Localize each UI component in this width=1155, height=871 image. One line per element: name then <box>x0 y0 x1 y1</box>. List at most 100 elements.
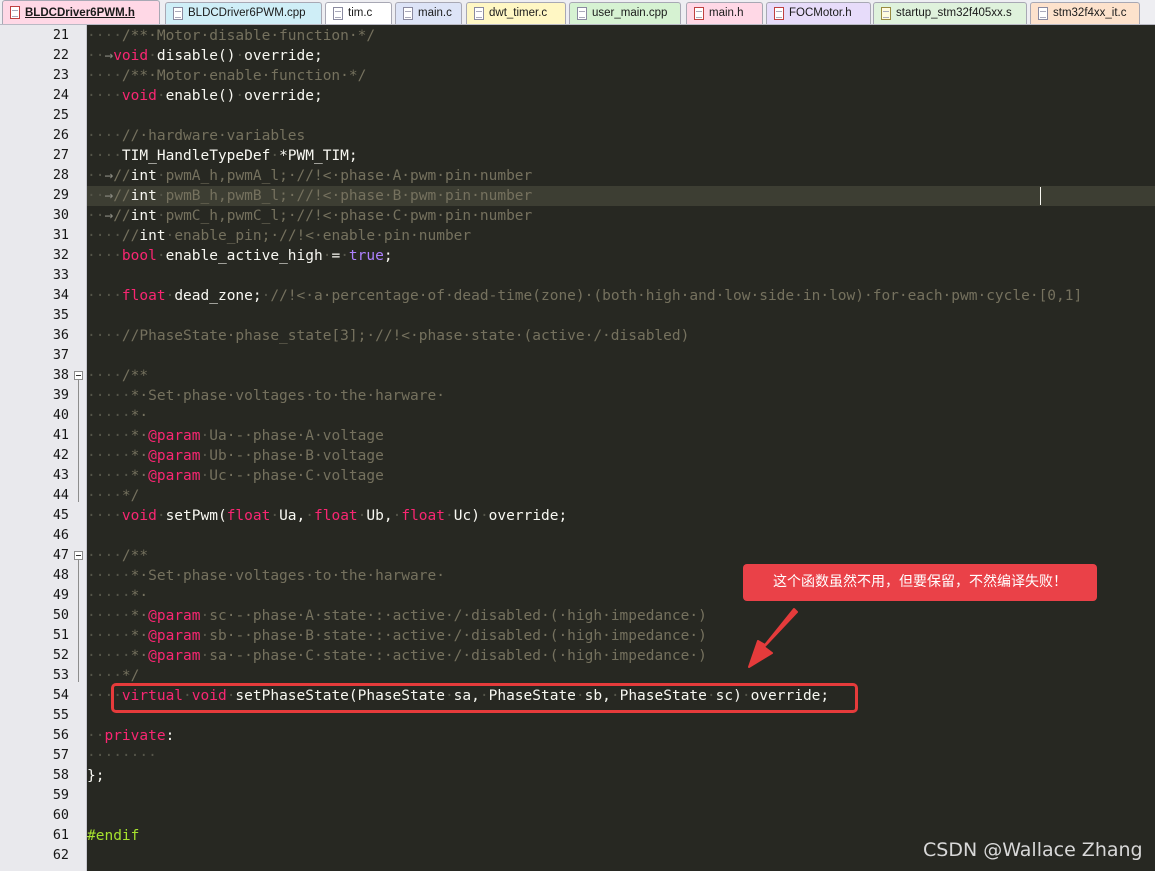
code-line[interactable]: ····bool·enable_active_high·=·true; <box>87 246 1155 266</box>
code-token: · <box>235 48 245 64</box>
code-token: · <box>200 648 210 664</box>
code-token: · <box>445 508 454 524</box>
line-number: 29 <box>52 188 69 203</box>
code-token: Uc·-·phase·C·voltage <box>209 468 384 484</box>
code-token: *· <box>130 608 149 624</box>
code-token: ···· <box>87 288 122 304</box>
code-line[interactable]: ·····*·@param·Uc·-·phase·C·voltage <box>87 466 1155 486</box>
line-number: 60 <box>52 808 69 823</box>
tab-label: BLDCDriver6PWM.h <box>25 7 135 19</box>
tab-bldcdriver6pwm-h[interactable]: BLDCDriver6PWM.h <box>2 0 160 24</box>
code-line[interactable]: ··private: <box>87 726 1155 746</box>
code-token: · <box>156 188 166 204</box>
highlight-box <box>111 683 858 713</box>
line-number: 62 <box>52 848 69 863</box>
code-token: int <box>130 168 157 184</box>
code-token: float <box>314 508 358 524</box>
code-token: ···· <box>87 28 122 44</box>
code-token: /**·Motor·disable·function·*/ <box>121 28 376 44</box>
fold-toggle-icon[interactable] <box>74 551 83 560</box>
code-token: ···· <box>87 68 122 84</box>
code-line[interactable]: ·····*·@param·sa·-·phase·C·state·:·activ… <box>87 646 1155 666</box>
tab-dwt-timer-c[interactable]: dwt_timer.c <box>466 2 566 24</box>
code-line[interactable] <box>87 526 1155 546</box>
tab-focmotor-h[interactable]: FOCMotor.h <box>766 2 871 24</box>
code-line[interactable]: ········ <box>87 746 1155 766</box>
code-line[interactable]: ·····*·@param·sb·-·phase·B·state·:·activ… <box>87 626 1155 646</box>
code-line[interactable]: ·····*·@param·Ub·-·phase·B·voltage <box>87 446 1155 466</box>
code-line[interactable]: ····void·enable()·override; <box>87 86 1155 106</box>
code-line[interactable] <box>87 346 1155 366</box>
line-number: 45 <box>52 508 69 523</box>
code-line[interactable]: ····float·dead_zone;·//!<·a·percentage·o… <box>87 286 1155 306</box>
code-token: void <box>121 88 157 104</box>
code-token: @param <box>148 448 201 464</box>
code-token: int <box>130 208 157 224</box>
line-number: 38 <box>52 368 69 383</box>
code-line[interactable]: ····/** <box>87 366 1155 386</box>
code-line[interactable]: ····*/ <box>87 486 1155 506</box>
fold-toggle-icon[interactable] <box>74 371 83 380</box>
tab-label: main.c <box>418 7 452 19</box>
tab-user-main-cpp[interactable]: user_main.cpp <box>569 2 681 24</box>
code-line[interactable]: ··→//int·pwmC_h,pwmC_l;·//!<·phase·C·pwm… <box>87 206 1155 226</box>
tab-label: tim.c <box>348 7 373 19</box>
line-number: 56 <box>52 728 69 743</box>
code-editor[interactable]: ····/**·Motor·disable·function·*/··→void… <box>87 25 1155 871</box>
code-line[interactable]: ····//int·enable_pin;·//!<·enable·pin·nu… <box>87 226 1155 246</box>
code-line[interactable] <box>87 106 1155 126</box>
code-line[interactable]: ····/**·Motor·disable·function·*/ <box>87 26 1155 46</box>
line-number: 32 <box>52 248 69 263</box>
source-file-icon <box>403 7 413 20</box>
code-line[interactable]: ····//·hardware·variables <box>87 126 1155 146</box>
code-token: @param <box>148 428 201 444</box>
code-token: = <box>331 248 341 264</box>
code-line[interactable]: ····TIM_HandleTypeDef·*PWM_TIM; <box>87 146 1155 166</box>
code-token: → <box>104 168 114 184</box>
code-token: · <box>270 148 280 164</box>
code-line[interactable]: ····void·setPwm(float·Ua,·float·Ub,·floa… <box>87 506 1155 526</box>
code-token: /** <box>121 548 149 564</box>
code-token: // <box>113 188 131 204</box>
code-token: · <box>200 448 210 464</box>
tab-tim-c[interactable]: tim.c <box>325 2 392 24</box>
code-token: //·hardware·variables <box>121 128 306 144</box>
tab-startup-stm32f405xx-s[interactable]: startup_stm32f405xx.s <box>873 2 1027 24</box>
code-line[interactable]: ·····*·Set·phase·voltages·to·the·harware… <box>87 386 1155 406</box>
line-number: 57 <box>52 748 69 763</box>
code-line[interactable]: ····/** <box>87 546 1155 566</box>
code-line[interactable]: ··→void·disable()·override; <box>87 46 1155 66</box>
code-token: *· <box>130 428 149 444</box>
code-token: · <box>156 88 166 104</box>
code-token: int <box>139 228 166 244</box>
code-line[interactable]: ····//PhaseState·phase_state[3];·//!<·ph… <box>87 326 1155 346</box>
code-line[interactable]: }; <box>87 766 1155 786</box>
code-line[interactable]: ·····*· <box>87 406 1155 426</box>
code-line[interactable]: ····/**·Motor·enable·function·*/ <box>87 66 1155 86</box>
code-token: sc·-·phase·A·state·:·active·/·disabled·(… <box>209 608 707 624</box>
code-token: *· <box>130 648 149 664</box>
tab-main-h[interactable]: main.h <box>686 2 763 24</box>
code-token: // <box>113 168 131 184</box>
code-line[interactable]: ·····*·@param·Ua·-·phase·A·voltage <box>87 426 1155 446</box>
code-line[interactable] <box>87 806 1155 826</box>
code-line[interactable]: ··→//int·pwmB_h,pwmB_l;·//!<·phase·B·pwm… <box>87 186 1155 206</box>
line-number: 37 <box>52 348 69 363</box>
code-token: ···· <box>87 508 122 524</box>
code-line[interactable] <box>87 786 1155 806</box>
code-line[interactable]: ··→//int·pwmA_h,pwmA_l;·//!<·phase·A·pwm… <box>87 166 1155 186</box>
code-line[interactable] <box>87 266 1155 286</box>
code-token: · <box>165 288 175 304</box>
code-token: override; <box>244 88 323 104</box>
code-token: override; <box>488 508 568 524</box>
code-line[interactable] <box>87 306 1155 326</box>
code-token: float <box>401 508 445 524</box>
tab-label: stm32f4xx_it.c <box>1053 7 1127 19</box>
tab-stm32f4xx-it-c[interactable]: stm32f4xx_it.c <box>1030 2 1140 24</box>
code-token: pwmC_h,pwmC_l;·//!<·phase·C·pwm·pin·numb… <box>165 208 533 224</box>
tab-main-c[interactable]: main.c <box>395 2 462 24</box>
code-line[interactable]: ·····*·@param·sc·-·phase·A·state·:·activ… <box>87 606 1155 626</box>
tab-bldcdriver6pwm-cpp[interactable]: BLDCDriver6PWM.cpp <box>165 2 322 24</box>
line-number: 23 <box>52 68 69 83</box>
watermark: CSDN @Wallace Zhang <box>923 839 1143 861</box>
